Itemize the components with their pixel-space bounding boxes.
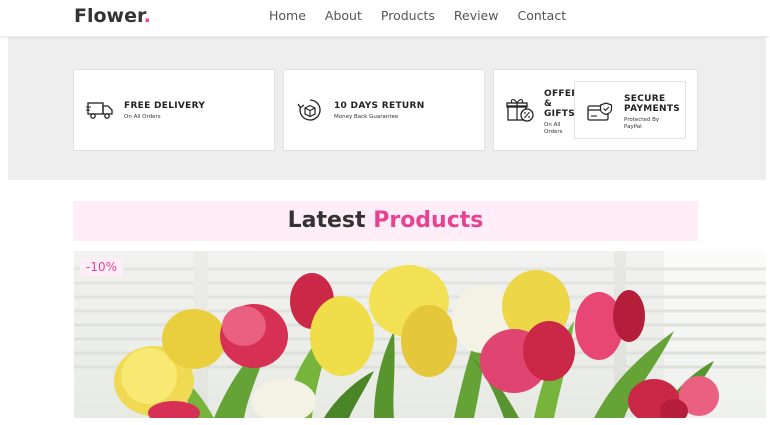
feature-card-return: 10 DAYS RETURN Money Back Guarantee <box>283 69 485 151</box>
delivery-truck-icon <box>86 102 113 119</box>
logo[interactable]: Flower. <box>74 5 151 27</box>
main-nav: Home About Products Review Contact <box>269 8 585 23</box>
feature-subtitle: Money Back Guarantee <box>334 114 399 120</box>
secure-card-icon <box>587 102 613 121</box>
nav-products[interactable]: Products <box>381 8 435 23</box>
site-header: Flower. Home About Products Review Conta… <box>0 0 770 36</box>
logo-text: Flower <box>74 5 144 27</box>
feature-subtitle: Protected By PayPal <box>624 117 660 130</box>
nav-home[interactable]: Home <box>269 8 306 23</box>
feature-card-secure: SECURE PAYMENTS Protected By PayPal <box>574 81 686 139</box>
gift-percent-icon <box>506 99 534 122</box>
feature-subtitle: On All Orders <box>544 122 563 135</box>
section-title: Latest Products <box>73 201 698 241</box>
section-title-accent: Products <box>373 208 484 233</box>
feature-title: 10 DAYS RETURN <box>334 101 425 111</box>
feature-subtitle: On All Orders <box>124 114 161 120</box>
tulips-bouquet-image <box>74 251 766 418</box>
section-title-main: Latest <box>287 208 366 233</box>
nav-review[interactable]: Review <box>454 8 499 23</box>
nav-contact[interactable]: Contact <box>517 8 566 23</box>
feature-title: SECURE PAYMENTS <box>624 94 681 114</box>
feature-title: FREE DELIVERY <box>124 101 206 111</box>
feature-card-delivery: FREE DELIVERY On All Orders <box>73 69 275 151</box>
return-box-icon <box>297 99 321 121</box>
nav-about[interactable]: About <box>325 8 362 23</box>
discount-badge: -10% <box>80 258 124 276</box>
logo-dot: . <box>143 5 151 27</box>
feature-title: OFFER & GIFTS <box>544 89 579 119</box>
product-image[interactable] <box>74 251 766 418</box>
latest-products-heading: Latest Products <box>73 201 698 241</box>
